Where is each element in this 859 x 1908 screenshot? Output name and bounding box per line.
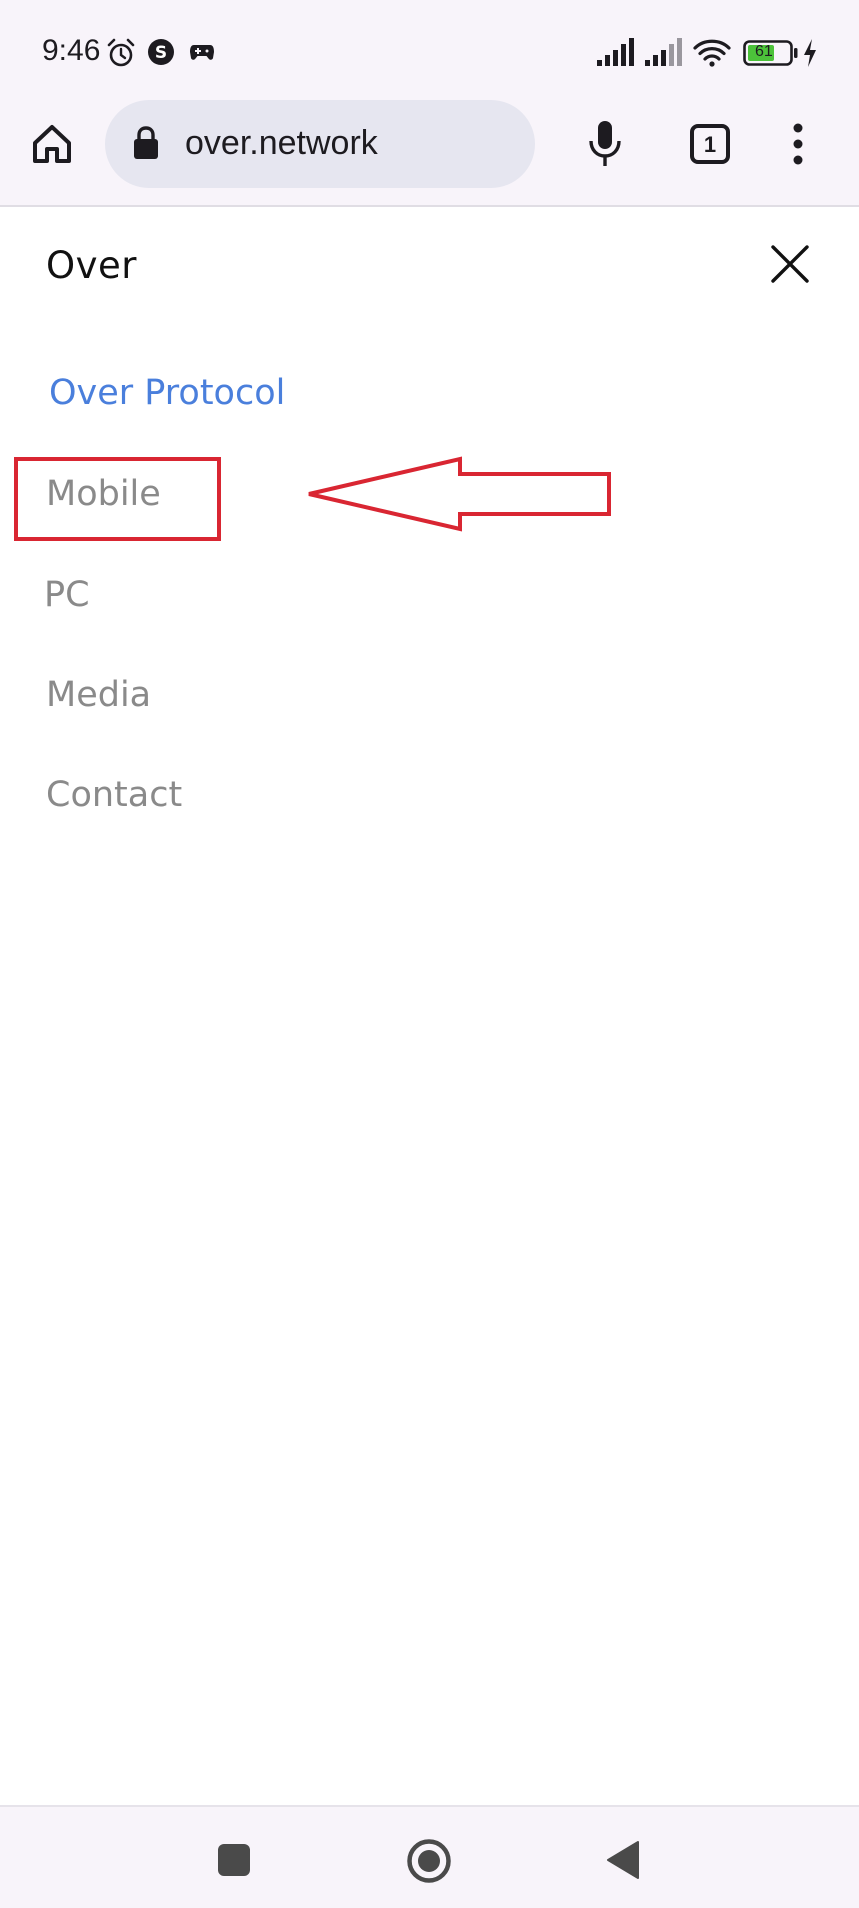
menu-item-pc[interactable]: PC bbox=[44, 575, 90, 615]
home-nav-icon[interactable] bbox=[406, 1838, 452, 1884]
url-text[interactable]: over.network bbox=[185, 124, 378, 163]
back-icon[interactable] bbox=[605, 1840, 641, 1880]
omnibox[interactable]: over.network bbox=[105, 100, 535, 188]
brand-logo-text[interactable]: Over bbox=[46, 244, 137, 287]
recents-icon[interactable] bbox=[217, 1843, 251, 1877]
more-vert-icon[interactable] bbox=[790, 122, 806, 166]
battery-icon: 61 bbox=[743, 40, 798, 66]
screen: 9:46 S 61 over.network 1 Over Over Proto… bbox=[0, 0, 859, 1908]
menu-item-contact[interactable]: Contact bbox=[46, 775, 182, 815]
system-nav-bar bbox=[0, 1805, 859, 1908]
charging-icon bbox=[804, 39, 816, 67]
status-time: 9:46 bbox=[42, 34, 101, 67]
menu-item-media[interactable]: Media bbox=[46, 675, 151, 715]
svg-text:S: S bbox=[155, 43, 167, 63]
signal-icon bbox=[645, 38, 682, 66]
tab-count: 1 bbox=[703, 132, 717, 157]
gamepad-icon bbox=[190, 45, 214, 60]
lock-icon bbox=[134, 126, 158, 159]
home-icon[interactable] bbox=[30, 122, 74, 166]
status-bar: 9:46 S 61 bbox=[0, 0, 859, 100]
browser-toolbar: over.network 1 bbox=[0, 100, 859, 207]
mic-icon[interactable] bbox=[588, 120, 622, 168]
alarm-icon bbox=[107, 38, 135, 67]
tab-switcher-button[interactable]: 1 bbox=[690, 124, 730, 164]
menu-item-over-protocol[interactable]: Over Protocol bbox=[49, 373, 285, 413]
signal-icon bbox=[597, 38, 634, 66]
s-app-icon: S bbox=[148, 39, 174, 65]
annotation-arrow-icon bbox=[308, 456, 611, 532]
battery-level: 61 bbox=[755, 43, 773, 60]
wifi-icon bbox=[693, 39, 731, 67]
close-icon[interactable] bbox=[770, 244, 810, 284]
annotation-highlight-box bbox=[14, 457, 221, 541]
